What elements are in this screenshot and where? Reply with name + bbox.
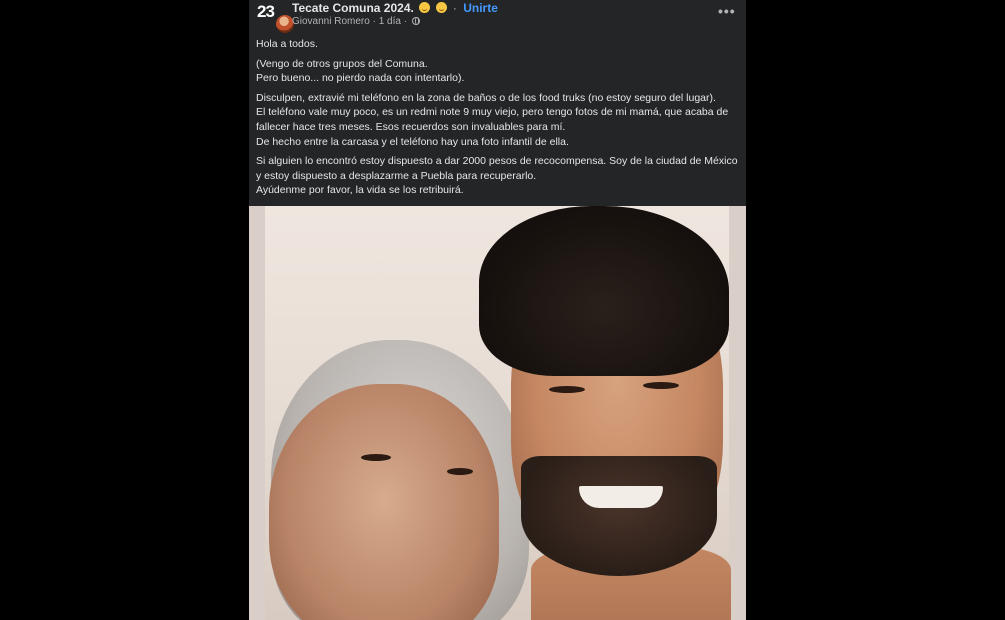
- emoji-icon: [419, 2, 431, 13]
- separator-dot: ·: [372, 16, 376, 27]
- post-paragraph: Hola a todos.: [256, 38, 318, 50]
- photo-man-smile: [579, 486, 663, 508]
- photo-eye: [643, 382, 679, 389]
- group-avatar-text: 23: [257, 2, 275, 21]
- group-name-link[interactable]: Tecate Comuna 2024.: [292, 1, 414, 15]
- post-header: 23 Tecate Comuna 2024. · Unirte Giovanni…: [249, 0, 746, 38]
- photo-eye: [361, 454, 391, 461]
- post-text: Hola a todos. (Vengo de otros grupos del…: [256, 37, 740, 203]
- post-paragraph: (Vengo de otros grupos del Comuna. Pero …: [256, 57, 465, 85]
- more-options-icon[interactable]: •••: [718, 4, 735, 20]
- author-name-link[interactable]: Giovanni Romero: [292, 16, 370, 27]
- separator-dot: ·: [452, 1, 457, 15]
- post-paragraph: Si alguien lo encontró estoy dispuesto a…: [256, 155, 738, 197]
- photo-eye: [447, 468, 473, 475]
- join-group-link[interactable]: Unirte: [463, 1, 498, 15]
- photo-man-hair: [479, 206, 729, 376]
- facebook-post: 23 Tecate Comuna 2024. · Unirte Giovanni…: [249, 0, 746, 620]
- post-meta: Giovanni Romero · 1 día ·: [292, 16, 420, 27]
- separator-dot: ·: [403, 16, 408, 27]
- photo-man-beard: [521, 456, 717, 576]
- post-photo[interactable]: [249, 206, 746, 620]
- group-avatar[interactable]: 23: [257, 2, 295, 34]
- photo-eye: [549, 386, 585, 393]
- post-paragraph: Disculpen, extravié mi teléfono en la zo…: [256, 91, 729, 148]
- post-time-link[interactable]: 1 día: [379, 16, 401, 27]
- emoji-icon: [435, 2, 447, 13]
- globe-icon[interactable]: [411, 17, 420, 25]
- photo-woman-face: [269, 384, 499, 620]
- group-name-line: Tecate Comuna 2024. · Unirte: [292, 1, 498, 15]
